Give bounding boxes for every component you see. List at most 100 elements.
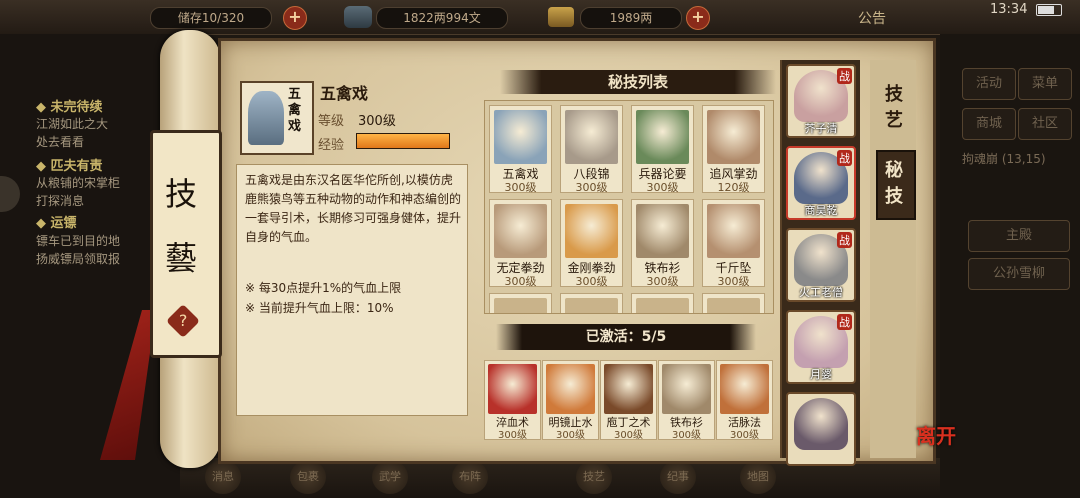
tab-skills-label: 技艺: [885, 84, 903, 131]
skill-icon: [707, 204, 760, 258]
tab-skills[interactable]: 技艺: [880, 82, 908, 134]
scroll-title-top: 技: [165, 175, 198, 213]
hero-portrait[interactable]: 战火工老僧: [786, 228, 856, 302]
skill-icon: [488, 364, 537, 414]
secret-skill-cell[interactable]: [489, 293, 552, 313]
nav-martial[interactable]: 武学: [372, 460, 408, 494]
help-icon: ?: [178, 311, 188, 330]
skill-icon: [546, 364, 595, 414]
secret-skill-cell[interactable]: 五禽戏 300级: [489, 105, 552, 194]
activated-skill-cell[interactable]: 明镜止水 300级: [542, 360, 599, 441]
activated-skill-cell[interactable]: 淬血术 300级: [484, 360, 541, 441]
skill-icon: [494, 110, 547, 164]
quest-header[interactable]: ◆ 匹夫有责: [36, 155, 103, 174]
secret-skill-level: 120级: [717, 181, 750, 194]
scroll-title-bottom: 藝: [165, 239, 198, 277]
menu-button[interactable]: 菜单: [1018, 68, 1072, 100]
secret-skill-cell[interactable]: 八段锦 300级: [560, 105, 623, 194]
secret-list-banner: 秘技列表: [500, 70, 776, 94]
skill-note-2: ※ 当前提升气血上限：10%: [245, 301, 394, 315]
skill-description: 五禽戏是由东汉名医华佗所创,以模仿虎鹿熊猿鸟等五种动物的动作和神态编创的一套导引…: [245, 173, 462, 244]
secret-skill-level: 300级: [717, 275, 750, 288]
skill-icon: [707, 298, 760, 313]
activated-skill-cell[interactable]: 庖丁之术 300级: [600, 360, 657, 441]
skill-name: 五禽戏: [320, 84, 369, 103]
skill-icon: [720, 364, 769, 414]
skill-icon: [636, 110, 689, 164]
tab-secret-label: 秘技: [885, 160, 903, 207]
notice-button[interactable]: 公告: [858, 8, 886, 28]
nav-bag[interactable]: 包裹: [290, 460, 326, 494]
secret-skill-cell[interactable]: 无定拳劲 300级: [489, 199, 552, 288]
silver-icon: [548, 7, 574, 27]
secret-skill-cell[interactable]: [631, 293, 694, 313]
hero-name: 月婆: [810, 368, 832, 381]
secret-skill-cell[interactable]: [702, 293, 765, 313]
add-storage-button[interactable]: +: [283, 6, 307, 30]
activated-skill-cell[interactable]: 铁布衫 300级: [658, 360, 715, 441]
secret-skill-level: 300级: [575, 181, 608, 194]
activated-count: 已激活：5/5: [585, 329, 667, 345]
secret-skill-level: 300级: [646, 181, 679, 194]
copper-amount: 1822两994文: [403, 11, 481, 25]
add-silver-button[interactable]: +: [686, 6, 710, 30]
quest-line: 江湖如此之大: [36, 117, 109, 131]
silver-display: 1989两: [580, 7, 682, 29]
secret-skill-grid: 五禽戏 300级 八段锦 300级 兵器论要 300级 追风掌劲 120级无定拳劲 300级 金刚…: [484, 100, 774, 314]
secret-skill-cell[interactable]: 兵器论要 300级: [631, 105, 694, 194]
skill-icon: [565, 298, 618, 313]
secret-skill-cell[interactable]: 铁布衫 300级: [631, 199, 694, 288]
hero-portrait[interactable]: 战月婆: [786, 310, 856, 384]
secret-skill-level: 300级: [646, 275, 679, 288]
nav-map[interactable]: 地图: [740, 460, 776, 494]
activated-skill-cell[interactable]: 活脉法 300级: [716, 360, 773, 441]
activated-skill-level: 300级: [729, 430, 760, 441]
hero-portrait[interactable]: [786, 392, 856, 466]
hero-portrait[interactable]: 战商昊乾: [786, 146, 856, 220]
nav-messages[interactable]: 消息: [205, 460, 241, 494]
nav-skills[interactable]: 技艺: [576, 460, 612, 494]
nav-formation[interactable]: 布阵: [452, 460, 488, 494]
skill-icon: [604, 364, 653, 414]
secret-list-title: 秘技列表: [607, 73, 668, 91]
community-button[interactable]: 社区: [1018, 108, 1072, 140]
skill-icon: [494, 298, 547, 313]
scroll-title-plate: 技 藝 ?: [150, 130, 222, 358]
main-hall-button[interactable]: 主殿: [968, 220, 1070, 252]
storage-counter-text: 储存10/320: [177, 11, 245, 25]
leave-button[interactable]: 离开: [916, 420, 956, 449]
exp-bar-fill: [357, 134, 449, 148]
secret-skill-level: 300级: [504, 275, 537, 288]
battle-tag: 战: [837, 314, 852, 330]
secret-skill-cell[interactable]: 金刚拳劲 300级: [560, 199, 623, 288]
level-label: 等级: [318, 114, 345, 129]
silver-amount: 1989两: [609, 11, 653, 25]
quest-header[interactable]: ◆ 运镖: [36, 212, 77, 231]
quest-header[interactable]: ◆ 未完待续: [36, 96, 103, 115]
help-button[interactable]: ?: [166, 304, 200, 338]
npc-button[interactable]: 公孙雪柳: [968, 258, 1070, 290]
shop-button[interactable]: 商城: [962, 108, 1016, 140]
clock: 13:34: [990, 2, 1028, 17]
skill-icon: [662, 364, 711, 414]
hero-name: 火工老僧: [799, 286, 843, 299]
battle-tag: 战: [837, 68, 852, 84]
secret-skill-cell[interactable]: 追风掌劲 120级: [702, 105, 765, 194]
quest-line: 镖车已到目的地: [36, 234, 121, 248]
storage-counter: 储存10/320: [150, 7, 272, 29]
hero-portrait[interactable]: 战芥子清: [786, 64, 856, 138]
activity-button[interactable]: 活动: [962, 68, 1016, 100]
skill-icon: [636, 204, 689, 258]
quest-line: 打探消息: [36, 194, 85, 208]
nav-chronicle[interactable]: 纪事: [660, 460, 696, 494]
top-status-bar: 储存10/320 + 1822两994文 1989两 + 公告 13:34: [0, 0, 1080, 35]
secret-skill-cell[interactable]: 千斤坠 300级: [702, 199, 765, 288]
skill-icon: [707, 110, 760, 164]
skill-figure-icon: [248, 91, 284, 145]
hero-name: 商昊乾: [804, 204, 838, 217]
quest-line: 处去看看: [36, 135, 85, 149]
activated-skill-level: 300级: [555, 430, 586, 441]
secret-skill-cell[interactable]: [560, 293, 623, 313]
activated-skill-level: 300级: [497, 430, 528, 441]
skill-portrait: 五禽戏: [240, 81, 314, 155]
